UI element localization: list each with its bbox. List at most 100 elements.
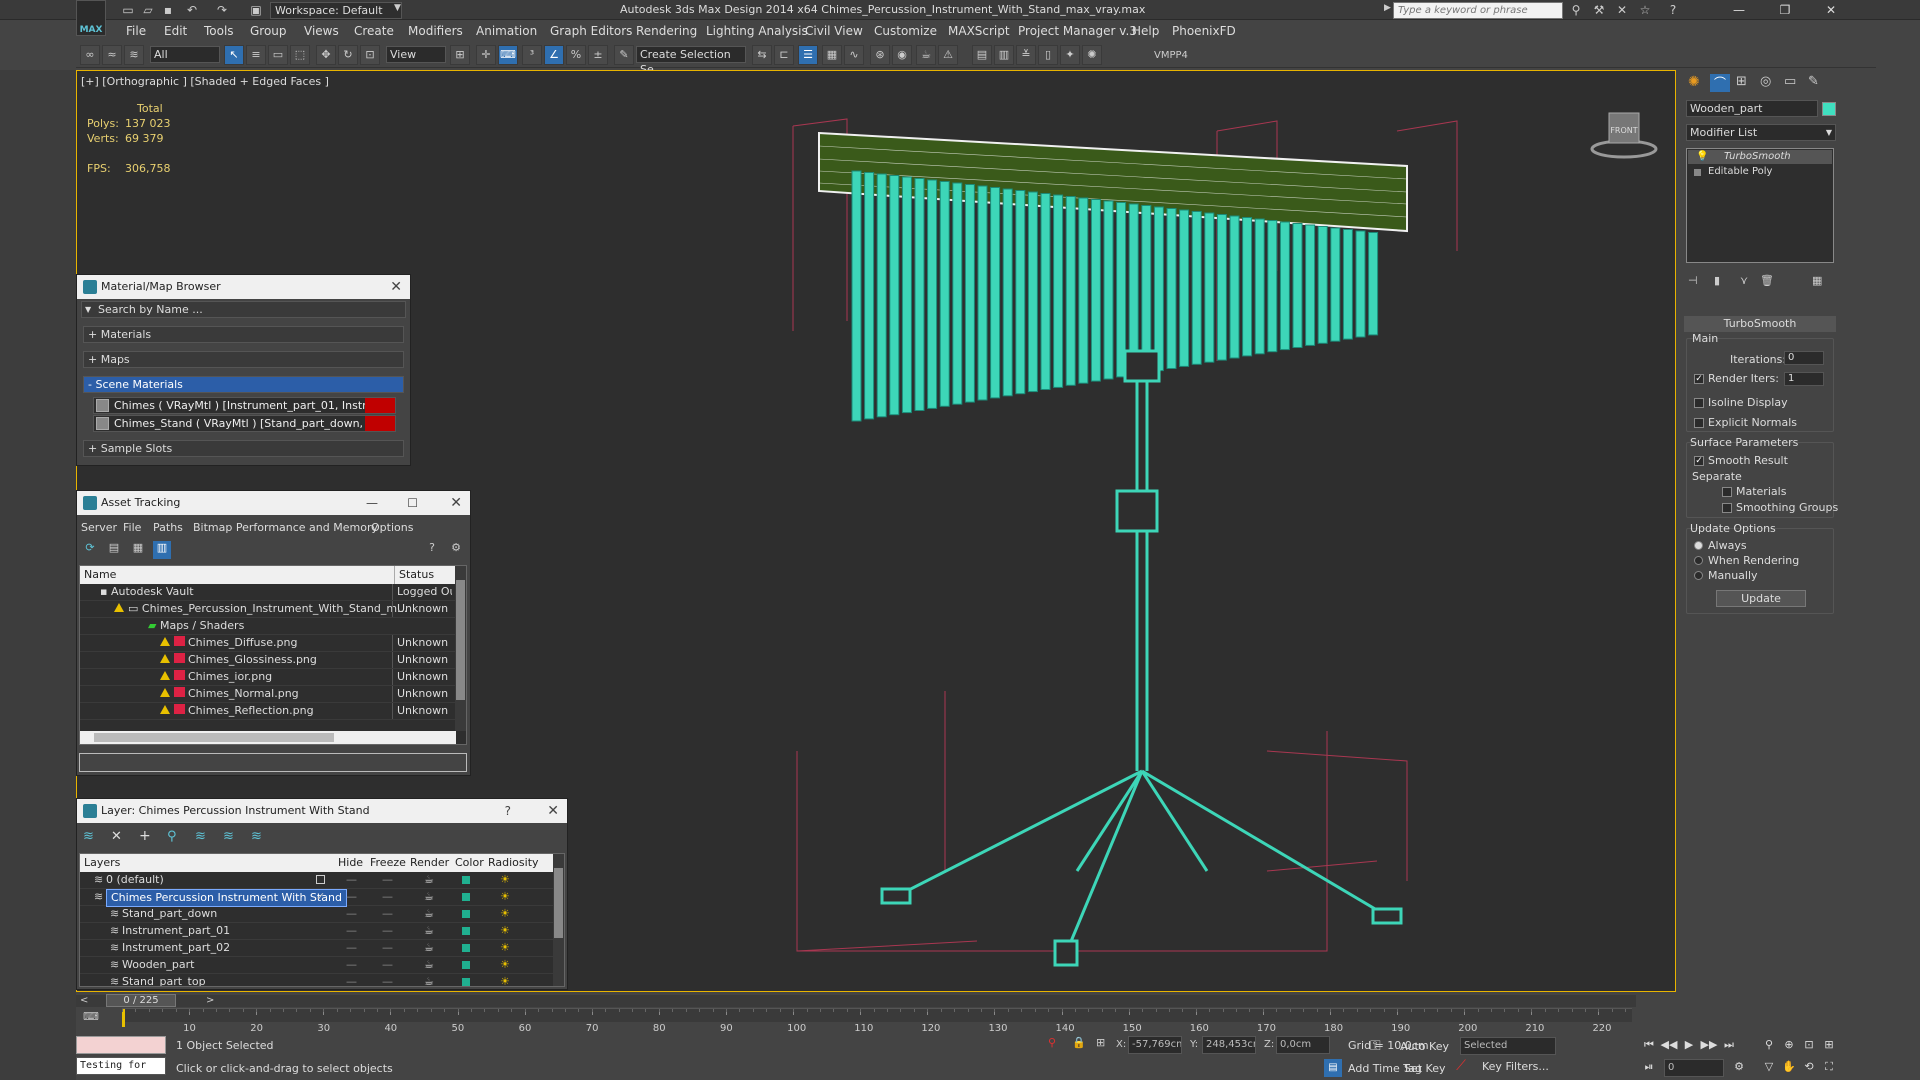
menu-project-manager[interactable]: Project Manager v.3	[1018, 24, 1137, 38]
freeze-toggle-icon[interactable]: —	[382, 940, 393, 956]
stack-expand-icon[interactable]	[1694, 169, 1701, 176]
close-button[interactable]: ✕	[1808, 0, 1854, 20]
named-selection-dropdown[interactable]: Create Selection Se	[636, 46, 746, 76]
render-iters-checkbox[interactable]: ✓	[1694, 374, 1704, 384]
freeze-toggle-icon[interactable]: —	[382, 906, 393, 922]
time-slider-next-icon[interactable]: >	[206, 995, 214, 1006]
layer-col-radiosity[interactable]: Radiosity	[488, 854, 539, 872]
maxscript-listener-pink[interactable]	[76, 1036, 166, 1054]
layer-help-button[interactable]: ?	[505, 799, 511, 823]
current-layer-check-icon[interactable]: ✓	[316, 889, 325, 905]
radiosity-toggle-icon[interactable]: ☀	[500, 889, 510, 905]
render-warning-icon[interactable]: ⚠	[938, 45, 958, 65]
asset-maximize-button[interactable]: ☐	[407, 491, 418, 515]
vray-lights-icon[interactable]: ≚	[1016, 45, 1036, 65]
time-tag-icon[interactable]: ▤	[1324, 1059, 1342, 1077]
freeze-toggle-icon[interactable]: —	[382, 923, 393, 939]
layer-col-layers[interactable]: Layers	[84, 854, 120, 872]
layer-row[interactable]: ≋ 0 (default) — — ☕ ☀	[80, 872, 554, 889]
update-always-radio[interactable]	[1694, 541, 1703, 550]
layer-row[interactable]: ≋ Wooden_part — — ☕ ☀	[80, 957, 554, 974]
go-to-start-icon[interactable]: ⏮	[1640, 1036, 1658, 1054]
material-editor-icon[interactable]: ◉	[892, 45, 912, 65]
menu-customize[interactable]: Customize	[874, 24, 937, 38]
angle-snap-icon[interactable]: ∠	[544, 45, 564, 65]
render-toggle-icon[interactable]: ☕	[424, 923, 434, 939]
freeze-toggle-icon[interactable]: —	[382, 889, 393, 905]
menu-graph-editors[interactable]: Graph Editors	[550, 24, 632, 38]
select-by-name-icon[interactable]: ≡	[246, 45, 266, 65]
radiosity-toggle-icon[interactable]: ☀	[500, 940, 510, 956]
layer-col-freeze[interactable]: Freeze	[370, 854, 406, 872]
undo-icon[interactable]: ↶	[184, 2, 200, 18]
hide-toggle-icon[interactable]: —	[346, 923, 357, 939]
align-icon[interactable]: ⊏	[774, 45, 794, 65]
asset-help-icon[interactable]: ?	[423, 541, 441, 559]
asset-close-icon[interactable]: ✕	[450, 491, 462, 515]
isolate-selection-icon[interactable]: ⚲	[1048, 1036, 1056, 1049]
set-key-pen-icon[interactable]: ⟋	[1452, 1058, 1470, 1076]
layer-color-swatch[interactable]	[462, 927, 470, 935]
radiosity-toggle-icon[interactable]: ☀	[500, 906, 510, 922]
table-row[interactable]: ▰ Maps / Shaders	[80, 618, 466, 635]
asset-thumbnail-icon[interactable]: ▦	[129, 541, 147, 559]
asset-menu-server[interactable]: Server	[81, 521, 117, 534]
layer-color-swatch[interactable]	[462, 961, 470, 969]
redo-icon[interactable]: ↷	[214, 2, 230, 18]
modifier-list-dropdown[interactable]: Modifier List ▼	[1686, 124, 1836, 141]
layer-close-icon[interactable]: ✕	[547, 799, 559, 823]
communication-icon[interactable]: ✕	[1613, 1, 1631, 19]
vray-light-icon[interactable]: ✦	[1060, 45, 1080, 65]
current-layer-box-icon[interactable]	[316, 875, 325, 884]
layer-manager-titlebar[interactable]: Layer: Chimes Percussion Instrument With…	[77, 799, 567, 823]
vray-frame-buffer-icon[interactable]: ▤	[972, 45, 992, 65]
zoom-extents-all-icon[interactable]: ⊞	[1820, 1036, 1838, 1054]
menu-group[interactable]: Group	[250, 24, 287, 38]
layer-row[interactable]: ≋ Chimes Percussion Instrument With Stand…	[80, 889, 554, 907]
menu-animation[interactable]: Animation	[476, 24, 537, 38]
menu-phoenixfd[interactable]: PhoenixFD	[1172, 24, 1236, 38]
hide-all-layers-icon[interactable]: ≋	[223, 829, 234, 844]
stack-item-turbosmooth[interactable]: 💡 TurboSmooth	[1688, 150, 1832, 164]
hide-toggle-icon[interactable]: —	[346, 872, 357, 888]
radiosity-toggle-icon[interactable]: ☀	[500, 974, 510, 986]
table-row[interactable]: Chimes_Diffuse.png Unknown St	[80, 635, 466, 652]
layer-color-swatch[interactable]	[462, 893, 470, 901]
layer-col-hide[interactable]: Hide	[338, 854, 363, 872]
iterations-spinner[interactable]: 0	[1784, 351, 1824, 365]
time-slider-track[interactable]: < 0 / 225 >	[76, 994, 1636, 1007]
group-materials[interactable]: + Materials	[83, 326, 404, 343]
play-icon[interactable]: ▶	[1680, 1036, 1698, 1054]
modify-tab-icon[interactable]: ⌒	[1710, 74, 1730, 92]
freeze-toggle-icon[interactable]: —	[382, 974, 393, 986]
z-coordinate-field[interactable]: 0,0cm	[1276, 1036, 1330, 1054]
group-sample-slots[interactable]: + Sample Slots	[83, 440, 404, 457]
configure-modifier-sets-icon[interactable]: ▦	[1812, 274, 1822, 287]
layer-scroll-thumb[interactable]	[554, 868, 563, 938]
menu-views[interactable]: Views	[304, 24, 339, 38]
time-configuration-icon[interactable]: ⚙	[1730, 1058, 1748, 1076]
viewcube-icon[interactable]: FRONT	[1590, 112, 1658, 159]
layer-row[interactable]: ≋ Stand_part_down — — ☕ ☀	[80, 906, 554, 923]
layer-color-swatch[interactable]	[462, 944, 470, 952]
stack-item-editable-poly[interactable]: Editable Poly	[1688, 165, 1832, 179]
edit-named-selection-icon[interactable]: ✎	[614, 45, 634, 65]
graphite-tools-icon[interactable]: ▦	[822, 45, 842, 65]
selection-region-icon[interactable]: ▭	[268, 45, 288, 65]
set-key-mode-icon[interactable]: ⚿	[1370, 1038, 1381, 1054]
material-search-input[interactable]: ▼ Search by Name ...	[81, 301, 406, 318]
field-of-view-icon[interactable]: ▽	[1760, 1058, 1778, 1076]
render-toggle-icon[interactable]: ☕	[424, 906, 434, 922]
hide-toggle-icon[interactable]: —	[346, 957, 357, 973]
layer-manager-icon[interactable]: ☰	[798, 45, 818, 65]
menu-lighting-analysis[interactable]: Lighting Analysis	[706, 24, 808, 38]
asset-help-settings-icon[interactable]: ⚙	[447, 541, 465, 559]
zoom-extents-icon[interactable]: ⊡	[1800, 1036, 1818, 1054]
next-frame-icon[interactable]: ▶▶	[1700, 1036, 1718, 1054]
asset-list-icon[interactable]: ▤	[105, 541, 123, 559]
snaps-toggle-icon[interactable]: ³	[522, 45, 542, 65]
layer-col-color[interactable]: Color	[455, 854, 484, 872]
scale-icon[interactable]: ⊡	[360, 45, 380, 65]
asset-col-name[interactable]: Name	[84, 566, 116, 584]
modifier-list-chevron-icon[interactable]: ▼	[1826, 125, 1832, 140]
